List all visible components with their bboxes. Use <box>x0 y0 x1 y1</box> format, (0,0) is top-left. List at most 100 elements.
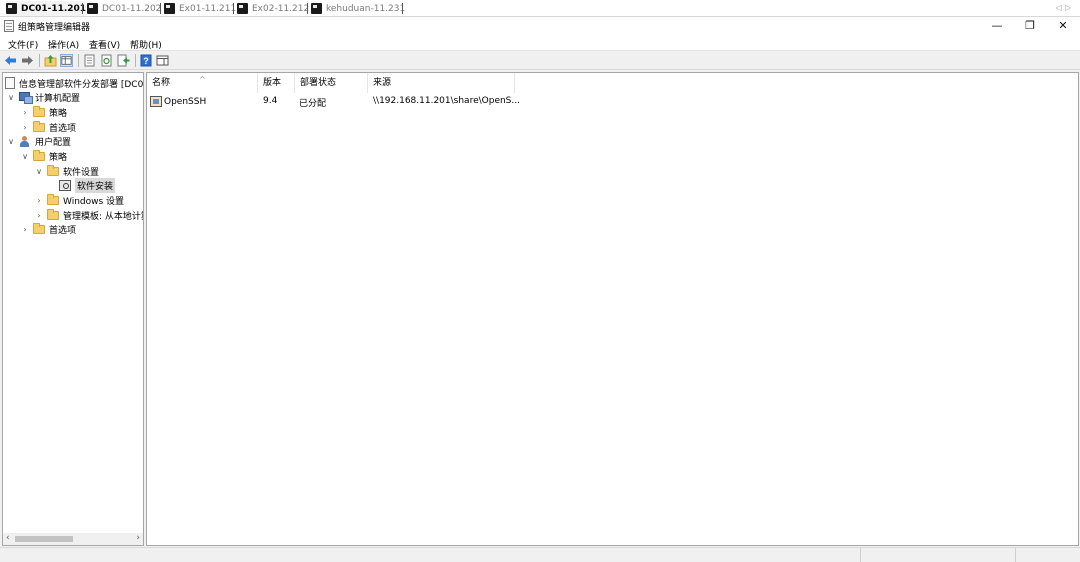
toolbar-separator <box>78 54 79 67</box>
status-segment <box>860 548 1015 562</box>
chevron-down-icon[interactable]: ∨ <box>6 93 16 102</box>
column-label: 版本 <box>263 78 282 88</box>
cell-source: \\192.168.11.201\share\OpenS... <box>373 96 520 106</box>
tree-item-cc-policies[interactable]: › 策略 <box>20 105 67 119</box>
column-label: 名称 <box>152 78 171 88</box>
rdp-tab-label: DC01-11.201 <box>21 3 87 14</box>
column-label: 来源 <box>373 78 392 88</box>
tree-label: 软件安装 <box>75 177 116 193</box>
remote-desktop-icon <box>164 3 175 14</box>
list-item[interactable]: OpenSSH 9.4 已分配 \\192.168.11.201\share\O… <box>147 94 1078 109</box>
tree-item-user-configuration[interactable]: ∨ 用户配置 <box>6 134 71 148</box>
rdp-tab-label: kehuduan-11.231 <box>326 3 406 14</box>
tab-divider <box>82 3 83 14</box>
tree-label: 管理模板: 从本地计算 <box>63 211 144 222</box>
back-arrow-icon[interactable] <box>4 54 17 67</box>
title-bar: 组策略管理编辑器 — ❐ ✕ <box>0 17 1080 35</box>
chevron-down-icon[interactable]: ∨ <box>20 152 30 161</box>
tree-root-gpo[interactable]: 信息管理部软件分发部署 [DC0 <box>5 76 143 90</box>
tree-item-cc-preferences[interactable]: › 首选项 <box>20 120 76 134</box>
help-icon[interactable]: ? <box>140 54 153 67</box>
rdp-tab-ex01-211[interactable]: Ex01-11.211 <box>164 1 236 16</box>
remote-desktop-icon <box>311 3 322 14</box>
svg-text:?: ? <box>143 56 149 66</box>
toolbar-separator <box>39 54 40 67</box>
results-list: ^ 名称 版本 部署状态 来源 OpenSSH 9.4 已分配 \\192.16… <box>146 72 1079 546</box>
tab-divider <box>307 3 308 14</box>
folder-icon <box>33 120 45 132</box>
column-header-name[interactable]: ^ 名称 <box>147 73 258 93</box>
tree-item-windows-settings[interactable]: › Windows 设置 <box>34 193 124 207</box>
menu-help[interactable]: 帮助(H) <box>130 38 162 51</box>
cell-version: 9.4 <box>263 96 278 106</box>
user-icon <box>19 135 31 147</box>
tree-item-computer-configuration[interactable]: ∨ 计算机配置 <box>6 90 80 104</box>
up-folder-icon[interactable] <box>44 54 57 67</box>
show-action-pane-icon[interactable] <box>156 54 169 67</box>
scrollbar-thumb[interactable] <box>15 536 73 542</box>
tree-item-software-settings[interactable]: ∨ 软件设置 <box>34 164 99 178</box>
restore-button[interactable]: ❐ <box>1013 18 1047 34</box>
folder-icon <box>47 164 59 176</box>
tree-label: 策略 <box>49 152 68 163</box>
forward-arrow-icon[interactable] <box>21 54 34 67</box>
chevron-right-icon[interactable]: › <box>20 108 30 117</box>
chevron-right-icon[interactable]: › <box>20 225 30 234</box>
chevron-down-icon[interactable]: ∨ <box>6 137 16 146</box>
minimize-button[interactable]: — <box>980 18 1014 34</box>
toolbar: ? <box>0 51 1080 70</box>
menu-view[interactable]: 查看(V) <box>89 38 120 51</box>
sort-ascending-icon: ^ <box>199 75 206 84</box>
rdp-tab-label: Ex01-11.211 <box>179 3 237 14</box>
scroll-left-icon[interactable]: ‹ <box>6 533 10 543</box>
tree-label: 首选项 <box>49 123 77 134</box>
column-header-deployment-state[interactable]: 部署状态 <box>295 73 368 93</box>
tree-label: 软件设置 <box>63 167 100 178</box>
list-header: ^ 名称 版本 部署状态 来源 <box>147 73 1078 93</box>
tree-item-admin-templates[interactable]: › 管理模板: 从本地计算 <box>34 208 144 222</box>
close-button[interactable]: ✕ <box>1046 18 1080 34</box>
folder-icon <box>47 193 59 205</box>
cell-deployment-state: 已分配 <box>299 99 327 109</box>
tree-label: 策略 <box>49 108 68 119</box>
tree-item-uc-preferences[interactable]: › 首选项 <box>20 222 76 236</box>
scroll-right-icon[interactable]: › <box>136 533 140 543</box>
tree-label: 信息管理部软件分发部署 [DC0 <box>19 79 144 90</box>
column-header-source[interactable]: 来源 <box>368 73 515 93</box>
tree-label: Windows 设置 <box>63 196 125 207</box>
chevron-right-icon[interactable]: › <box>34 211 44 220</box>
console-tree: 信息管理部软件分发部署 [DC0 ∨ 计算机配置 › 策略 › 首选项 ∨ 用户… <box>2 72 144 546</box>
menu-action[interactable]: 操作(A) <box>48 38 79 51</box>
rdp-tab-dc01-202[interactable]: DC01-11.202 <box>87 1 161 16</box>
folder-icon <box>33 105 45 117</box>
rdp-tab-kehuduan-231[interactable]: kehuduan-11.231 <box>311 1 405 16</box>
software-installation-icon <box>59 179 71 191</box>
rdp-tab-label: Ex02-11.212 <box>252 3 310 14</box>
chevron-down-icon[interactable]: ∨ <box>34 167 44 176</box>
tree-label: 首选项 <box>49 225 77 236</box>
remote-desktop-icon <box>6 3 17 14</box>
column-header-version[interactable]: 版本 <box>258 73 295 93</box>
export-list-icon[interactable] <box>117 54 130 67</box>
menu-bar: 文件(F) 操作(A) 查看(V) 帮助(H) <box>0 35 1080 51</box>
folder-icon <box>33 149 45 161</box>
tree-label: 计算机配置 <box>35 93 81 104</box>
tab-divider <box>233 3 234 14</box>
toolbar-separator <box>135 54 136 67</box>
horizontal-scrollbar[interactable]: ‹ › <box>3 533 143 545</box>
menu-file[interactable]: 文件(F) <box>8 38 38 51</box>
rdp-tab-ex02-212[interactable]: Ex02-11.212 <box>237 1 309 16</box>
refresh-icon[interactable] <box>100 54 113 67</box>
window-title: 组策略管理编辑器 <box>18 23 91 33</box>
tree-item-uc-policies[interactable]: ∨ 策略 <box>20 149 67 163</box>
tree-item-software-installation[interactable]: 软件安装 <box>59 177 116 193</box>
chevron-right-icon[interactable]: › <box>20 123 30 132</box>
rdp-tab-dc01-201[interactable]: DC01-11.201 <box>6 1 87 16</box>
show-hide-console-tree-icon[interactable] <box>60 54 73 67</box>
cell-name: OpenSSH <box>150 96 206 107</box>
package-icon <box>150 96 162 107</box>
properties-icon[interactable] <box>83 54 96 67</box>
folder-icon <box>33 222 45 234</box>
chevron-right-icon[interactable]: › <box>34 196 44 205</box>
tab-scroll-arrows[interactable]: ◁▷ <box>1056 3 1074 12</box>
